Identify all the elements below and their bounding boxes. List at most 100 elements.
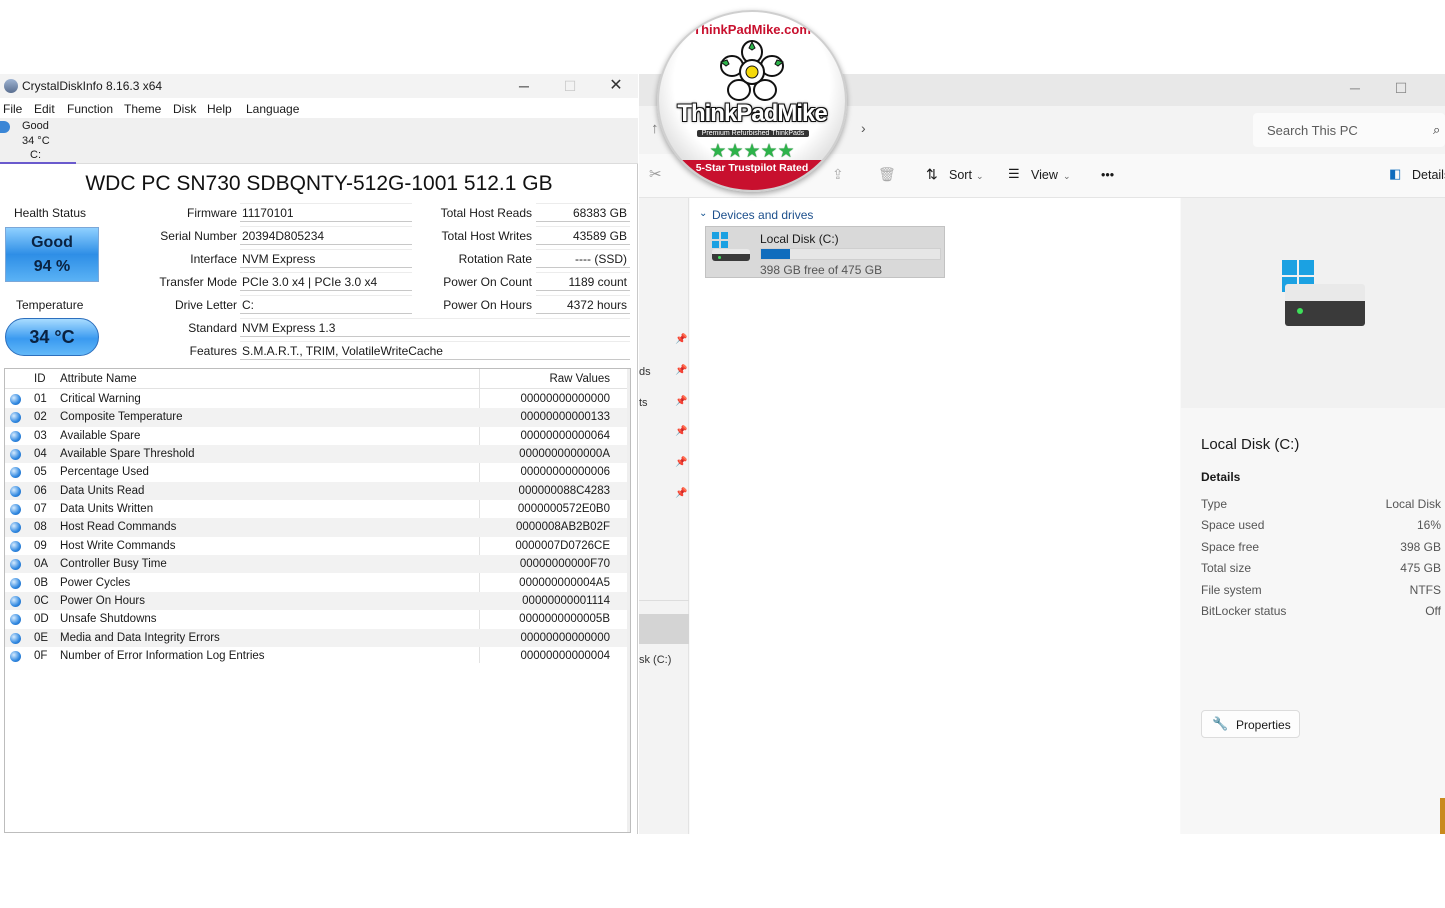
nav-item-local-disk[interactable]: sk (C:): [639, 654, 671, 666]
table-row[interactable]: 07 Data Units Written 0000000572E0B0: [5, 500, 630, 518]
pin-icon: 📌: [675, 488, 688, 499]
cdi-titlebar[interactable]: CrystalDiskInfo 8.16.3 x64 ─ ☐ ✕: [0, 74, 638, 98]
view-button[interactable]: View: [1031, 168, 1058, 182]
table-row[interactable]: 0A Controller Busy Time 00000000000F70: [5, 555, 630, 574]
chevron-down-icon: ⌄: [976, 171, 984, 181]
search-input[interactable]: Search This PC: [1267, 123, 1358, 138]
smart-attributes-table[interactable]: ID Attribute Name Raw Values 01 Critical …: [4, 368, 631, 833]
chevron-right-icon[interactable]: ›: [861, 120, 866, 136]
attribute-name: Composite Temperature: [60, 411, 183, 424]
status-bullet-icon: [10, 449, 21, 461]
features-label: Features: [189, 344, 237, 358]
menu-help[interactable]: Help: [207, 102, 232, 116]
table-row[interactable]: 03 Available Spare 00000000000064: [5, 427, 630, 445]
up-arrow-icon[interactable]: ↑: [651, 120, 659, 137]
detail-key-type: Type: [1201, 497, 1228, 511]
nav-selected-item[interactable]: [639, 614, 689, 644]
attribute-id: 06: [34, 484, 47, 497]
attribute-name: Media and Data Integrity Errors: [60, 631, 220, 644]
attribute-name: Critical Warning: [60, 393, 141, 405]
attribute-id: 08: [34, 521, 47, 534]
status-bullet-icon: [10, 614, 21, 626]
nav-item-fragment[interactable]: ts: [639, 397, 648, 409]
attribute-raw-value: 0000000572E0B0: [517, 503, 610, 516]
col-id[interactable]: ID: [34, 373, 46, 385]
drive-tile-local-disk[interactable]: Local Disk (C:) 398 GB free of 475 GB: [705, 226, 945, 278]
detail-value-space-used: 16%: [1416, 518, 1441, 532]
drive-free-space: 398 GB free of 475 GB: [760, 263, 883, 277]
properties-button[interactable]: 🔧 Properties: [1201, 710, 1300, 738]
windows-logo-icon: [712, 232, 728, 248]
disk-tab-status: Good: [22, 120, 49, 132]
menu-function[interactable]: Function: [67, 102, 113, 116]
attribute-raw-value: 00000000000000: [520, 631, 610, 644]
total-host-reads-label: Total Host Reads: [440, 206, 532, 220]
table-row[interactable]: 02 Composite Temperature 00000000000133: [5, 408, 630, 427]
table-row[interactable]: 04 Available Spare Threshold 0000000000000…: [5, 445, 630, 464]
table-row[interactable]: 06 Data Units Read 000000088C4283: [5, 481, 630, 501]
health-status-badge[interactable]: Good 94 %: [5, 227, 99, 282]
drive-icon: [712, 249, 750, 261]
table-row[interactable]: 09 Host Write Commands 0000007D0726CE: [5, 537, 630, 555]
health-percent: 94 %: [33, 258, 71, 275]
badge-ribbon-text: 5-Star Trustpilot Rated: [695, 162, 809, 174]
attribute-id: 01: [34, 393, 47, 405]
wrench-icon: 🔧: [1212, 716, 1229, 731]
table-row[interactable]: 0C Power On Hours 00000000001114: [5, 591, 630, 611]
total-host-writes-label: Total Host Writes: [441, 229, 532, 243]
col-raw-values[interactable]: Raw Values: [549, 373, 610, 385]
more-options-button[interactable]: •••: [1101, 168, 1114, 182]
section-title[interactable]: Devices and drives: [712, 208, 813, 222]
status-bullet-icon: [10, 485, 21, 497]
details-heading: Details: [1201, 470, 1241, 484]
edge-thumbnail: [1440, 798, 1445, 834]
attribute-raw-value: 0000000000000A: [519, 448, 610, 461]
disk-tab[interactable]: Good 34 °C C:: [0, 118, 638, 164]
menu-edit[interactable]: Edit: [34, 102, 55, 116]
firmware-label: Firmware: [187, 206, 237, 220]
nav-item-fragment[interactable]: ds: [639, 366, 651, 378]
delete-icon[interactable]: 🗑: [878, 166, 896, 183]
large-drive-icon: [1285, 284, 1365, 326]
table-row[interactable]: 0B Power Cycles 000000000004A5: [5, 574, 630, 592]
menu-disk[interactable]: Disk: [173, 102, 196, 116]
minimize-button[interactable]: ─: [502, 76, 546, 96]
status-bullet-icon: [10, 559, 21, 571]
table-row[interactable]: 0D Unsafe Shutdowns 0000000000005B: [5, 610, 630, 628]
sort-button[interactable]: Sort: [949, 168, 972, 182]
details-pane: Local Disk (C:) Details Type Local Disk …: [1181, 198, 1445, 834]
details-button[interactable]: Details: [1412, 168, 1445, 182]
chevron-down-icon[interactable]: ⌄: [699, 208, 707, 219]
explorer-minimize-button[interactable]: ─: [1333, 78, 1377, 98]
attribute-raw-value: 0000008AB2B02F: [516, 521, 610, 534]
maximize-button[interactable]: ☐: [548, 76, 592, 96]
temperature-badge[interactable]: 34 °C: [5, 318, 99, 356]
search-box[interactable]: Search This PC ⌕: [1253, 113, 1445, 147]
tab-selected-indicator: [0, 162, 76, 164]
properties-label: Properties: [1236, 718, 1291, 732]
attribute-raw-value: 00000000000006: [520, 466, 610, 479]
table-row[interactable]: 0F Number of Error Information Log Entrie…: [5, 647, 630, 665]
col-attribute-name[interactable]: Attribute Name: [60, 373, 137, 385]
status-bullet-icon: [10, 632, 21, 644]
table-row[interactable]: 0E Media and Data Integrity Errors 0000000…: [5, 628, 630, 647]
table-row[interactable]: 05 Percentage Used 00000000000006: [5, 463, 630, 481]
explorer-maximize-button[interactable]: ☐: [1379, 78, 1423, 98]
attribute-name: Available Spare Threshold: [60, 448, 195, 461]
attribute-raw-value: 00000000000004: [520, 649, 610, 662]
table-row[interactable]: 01 Critical Warning 00000000000000: [5, 390, 630, 408]
detail-value-file-system: NTFS: [1409, 583, 1441, 597]
menu-language[interactable]: Language: [246, 102, 299, 116]
menu-theme[interactable]: Theme: [124, 102, 161, 116]
pin-icon: 📌: [675, 426, 688, 437]
status-bullet-icon: [10, 540, 21, 552]
temperature-label: Temperature: [16, 298, 84, 312]
transfer-mode-label: Transfer Mode: [159, 275, 237, 289]
pin-icon: 📌: [675, 365, 688, 376]
status-bullet-icon: [10, 430, 21, 442]
close-button[interactable]: ✕: [594, 76, 638, 96]
table-scrollbar[interactable]: [627, 369, 630, 832]
table-row[interactable]: 08 Host Read Commands 0000008AB2B02F: [5, 518, 630, 537]
menu-file[interactable]: File: [3, 102, 22, 116]
navigation-pane[interactable]: 📌 ds 📌 ts 📌 📌 📌 📌 sk (C:): [639, 198, 689, 834]
